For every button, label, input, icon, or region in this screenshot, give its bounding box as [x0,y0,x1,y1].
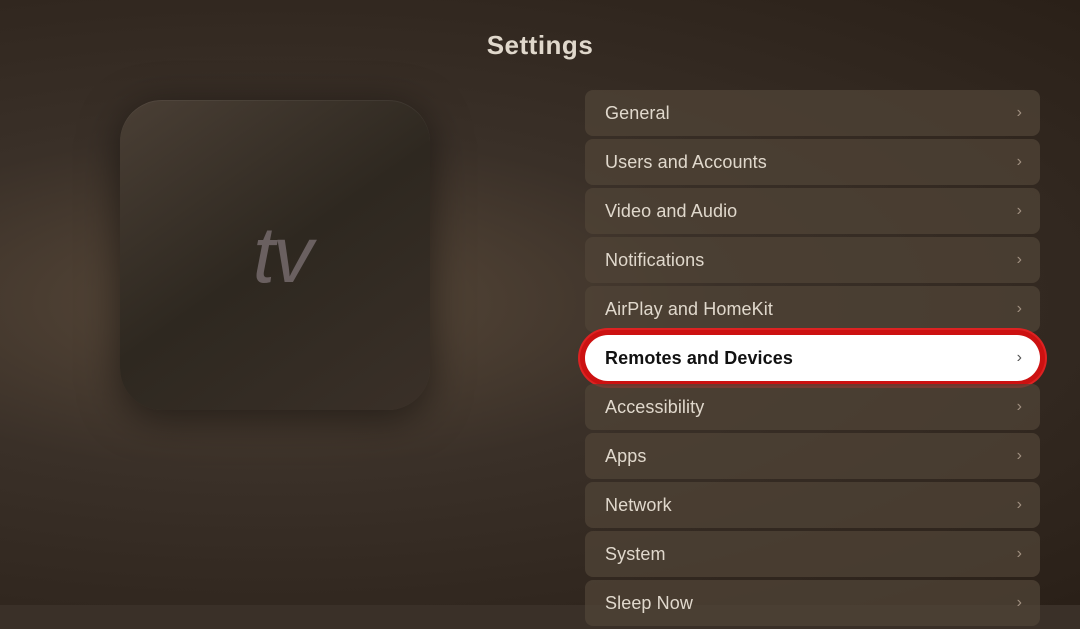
settings-label-notifications: Notifications [605,250,704,271]
settings-label-general: General [605,103,670,124]
chevron-icon-users-and-accounts: › [1017,153,1022,171]
chevron-icon-network: › [1017,496,1022,514]
settings-item-accessibility[interactable]: Accessibility › [585,384,1040,430]
chevron-icon-apps: › [1017,447,1022,465]
chevron-icon-video-and-audio: › [1017,202,1022,220]
settings-item-network[interactable]: Network › [585,482,1040,528]
settings-item-users-and-accounts[interactable]: Users and Accounts › [585,139,1040,185]
settings-item-notifications[interactable]: Notifications › [585,237,1040,283]
settings-list: General›Users and Accounts›Video and Aud… [585,90,1040,629]
settings-item-video-and-audio[interactable]: Video and Audio › [585,188,1040,234]
chevron-icon-sleep-now: › [1017,594,1022,612]
chevron-icon-accessibility: › [1017,398,1022,416]
settings-label-sleep-now: Sleep Now [605,593,693,614]
settings-label-remotes-and-devices: Remotes and Devices [605,348,793,369]
chevron-icon-remotes-and-devices: › [1017,349,1022,367]
settings-label-apps: Apps [605,446,646,467]
chevron-icon-notifications: › [1017,251,1022,269]
tv-text: tv [253,209,311,301]
appletv-device-illustration: tv [120,100,430,410]
settings-item-general[interactable]: General › [585,90,1040,136]
settings-label-users-and-accounts: Users and Accounts [605,152,767,173]
settings-item-sleep-now[interactable]: Sleep Now › [585,580,1040,626]
settings-label-video-and-audio: Video and Audio [605,201,737,222]
page-title: Settings [487,30,594,61]
settings-item-apps[interactable]: Apps › [585,433,1040,479]
settings-item-system[interactable]: System › [585,531,1040,577]
settings-label-accessibility: Accessibility [605,397,704,418]
settings-label-airplay-and-homekit: AirPlay and HomeKit [605,299,773,320]
settings-item-remotes-and-devices[interactable]: Remotes and Devices › [585,335,1040,381]
chevron-icon-system: › [1017,545,1022,563]
chevron-icon-general: › [1017,104,1022,122]
chevron-icon-airplay-and-homekit: › [1017,300,1022,318]
settings-item-airplay-and-homekit[interactable]: AirPlay and HomeKit › [585,286,1040,332]
settings-label-network: Network [605,495,672,516]
settings-label-system: System [605,544,666,565]
